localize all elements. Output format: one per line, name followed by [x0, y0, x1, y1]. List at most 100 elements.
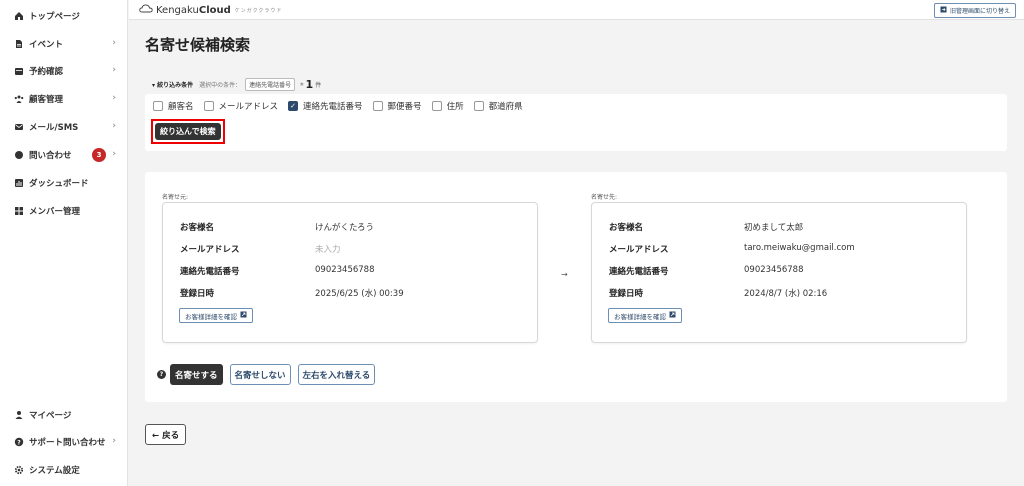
sidebar-item-label: マイページ [29, 411, 72, 421]
detail-button-label: お客様詳細を確認 [185, 312, 237, 321]
selected-conditions-label: 選択中の条件： [199, 82, 242, 89]
sidebar-item-members[interactable]: メンバー管理 [0, 201, 128, 221]
filter-panel: 顧客名 メールアドレス ✓ 連絡先電話番号 郵便番号 住所 都道府県 絞り込んで検… [145, 94, 1007, 151]
sidebar-item-label: 顧客管理 [29, 95, 64, 105]
sidebar-item-inquiries[interactable]: 問い合わせ 3 › [0, 145, 128, 165]
app-logo[interactable]: Kengaku Cloud ケンガククラウド [139, 4, 282, 16]
filter-toggle[interactable]: ▾ 絞り込み条件 [152, 80, 193, 89]
selected-condition-chip: 連絡先電話番号 [245, 78, 296, 91]
field-label: メールアドレス [180, 245, 240, 255]
checkbox-label: メールアドレス [218, 102, 279, 112]
checkbox-prefecture[interactable]: 都道府県 [473, 100, 523, 112]
merge-target-card: お客様名 初めまして太郎 メールアドレス taro.meiwaku@gmail.co… [591, 202, 967, 343]
merge-arrow-icon: → [561, 270, 568, 279]
mail-icon [14, 122, 24, 132]
chevron-right-icon: › [112, 93, 116, 103]
checkbox-label: 郵便番号 [387, 102, 422, 112]
field-label: 登録日時 [180, 289, 215, 299]
sidebar-item-label: メンバー管理 [29, 207, 81, 217]
field-value: taro.meiwaku@gmail.com [744, 243, 855, 253]
chevron-right-icon: › [112, 121, 116, 131]
field-label: お客様名 [609, 223, 644, 233]
chevron-right-icon: › [112, 436, 116, 446]
checkbox-label: 連絡先電話番号 [303, 102, 363, 112]
cloud-logo-icon [139, 4, 153, 16]
checkbox-box[interactable] [372, 101, 383, 111]
sidebar-item-label: 予約確認 [29, 67, 64, 77]
brand-name-suffix: Cloud [198, 4, 231, 16]
checkbox-address[interactable]: 住所 [431, 100, 464, 112]
sidebar-item-label: ダッシュボード [29, 179, 89, 189]
source-customer-detail-button[interactable]: お客様詳細を確認 [179, 308, 253, 323]
checkbox-email[interactable]: メールアドレス [203, 100, 279, 112]
detail-button-label: お客様詳細を確認 [614, 312, 666, 321]
field-value: 09023456788 [744, 265, 804, 275]
field-value: 2025/6/25 (水) 00:39 [315, 289, 404, 299]
sidebar-item-customers[interactable]: 顧客管理 › [0, 89, 128, 109]
external-link-icon [240, 311, 247, 320]
sidebar-item-label: イベント [29, 40, 64, 50]
field-value: 2024/8/7 (水) 02:16 [744, 289, 828, 299]
chevron-right-icon: › [112, 38, 116, 48]
page-title: 名寄せ候補検索 [145, 36, 251, 54]
grid-icon [14, 206, 24, 216]
target-customer-detail-button[interactable]: お客様詳細を確認 [608, 308, 682, 323]
sidebar-item-label: 問い合わせ [29, 151, 72, 161]
field-value: 初めまして太郎 [744, 223, 804, 233]
field-label: 連絡先電話番号 [180, 267, 240, 277]
sidebar-item-mail-sms[interactable]: メール/SMS › [0, 117, 128, 137]
checkbox-box[interactable] [203, 101, 214, 111]
brand-subtitle: ケンガククラウド [234, 7, 283, 14]
star-icon: ★ [299, 81, 305, 88]
result-count-unit: 件 [315, 82, 322, 89]
help-icon: ? [14, 437, 24, 447]
checkbox-box-checked[interactable]: ✓ [288, 101, 299, 111]
sidebar-item-settings[interactable]: システム設定 [0, 460, 128, 480]
chart-icon [14, 178, 24, 188]
merge-button[interactable]: 名寄せする [170, 364, 223, 385]
merge-candidate-panel: 名寄せ元: お客様名 けんがくたろう メールアドレス 未入力 連絡先電話番号 0902… [145, 172, 1007, 402]
checkbox-phone[interactable]: ✓ 連絡先電話番号 [288, 100, 363, 112]
sidebar-item-label: サポート問い合わせ [29, 438, 106, 448]
sidebar-item-top[interactable]: トップページ [0, 6, 128, 26]
document-icon [14, 39, 24, 49]
sidebar-item-label: メール/SMS [29, 123, 79, 133]
sidebar-item-support[interactable]: ? サポート問い合わせ › [0, 432, 128, 452]
sidebar-item-events[interactable]: イベント › [0, 34, 128, 54]
field-label: お客様名 [180, 223, 215, 233]
merge-target-label: 名寄せ先: [591, 194, 618, 201]
field-label: メールアドレス [609, 245, 669, 255]
do-not-merge-button[interactable]: 名寄せしない [229, 364, 291, 385]
field-label: 連絡先電話番号 [609, 267, 669, 277]
filter-search-button[interactable]: 絞り込んで検索 [155, 123, 221, 140]
filter-summary: ▾ 絞り込み条件 選択中の条件： 連絡先電話番号 ★ 1 件 [152, 78, 321, 91]
back-button[interactable]: ← 戻る [145, 424, 187, 445]
checkbox-box[interactable] [431, 101, 442, 111]
chevron-right-icon: › [112, 149, 116, 159]
sidebar: トップページ イベント › 予約確認 › 顧客管理 › メール/SMS › 問い… [0, 0, 128, 486]
sidebar-item-mypage[interactable]: マイページ [0, 405, 128, 425]
sidebar-item-label: システム設定 [29, 466, 80, 476]
merge-source-label: 名寄せ元: [162, 194, 189, 201]
people-icon [14, 94, 24, 104]
checkbox-postal-code[interactable]: 郵便番号 [372, 100, 422, 112]
filter-checkbox-group: 顧客名 メールアドレス ✓ 連絡先電話番号 郵便番号 住所 都道府県 [153, 100, 533, 112]
result-count: 1 [305, 78, 314, 91]
help-icon[interactable]: ? [157, 370, 166, 379]
field-value: 09023456788 [315, 265, 375, 275]
field-label: 登録日時 [609, 289, 644, 299]
sidebar-item-dashboard[interactable]: ダッシュボード [0, 173, 128, 193]
sidebar-item-reservations[interactable]: 予約確認 › [0, 61, 128, 81]
checkbox-customer-name[interactable]: 顧客名 [153, 100, 194, 112]
search-button-highlight: 絞り込んで検索 [151, 119, 225, 144]
switch-legacy-admin-button[interactable]: 旧管理画面に切り替え [933, 3, 1016, 18]
merge-source-card: お客様名 けんがくたろう メールアドレス 未入力 連絡先電話番号 0902345678… [162, 202, 538, 343]
user-icon [14, 410, 24, 420]
checkbox-box[interactable] [153, 101, 163, 111]
switch-legacy-admin-label: 旧管理画面に切り替え [949, 8, 1010, 15]
switch-icon [940, 6, 947, 15]
checkbox-box[interactable] [473, 101, 484, 111]
checkbox-label: 都道府県 [488, 102, 523, 112]
gear-icon [14, 465, 24, 475]
swap-sides-button[interactable]: 左右を入れ替える [297, 364, 376, 385]
